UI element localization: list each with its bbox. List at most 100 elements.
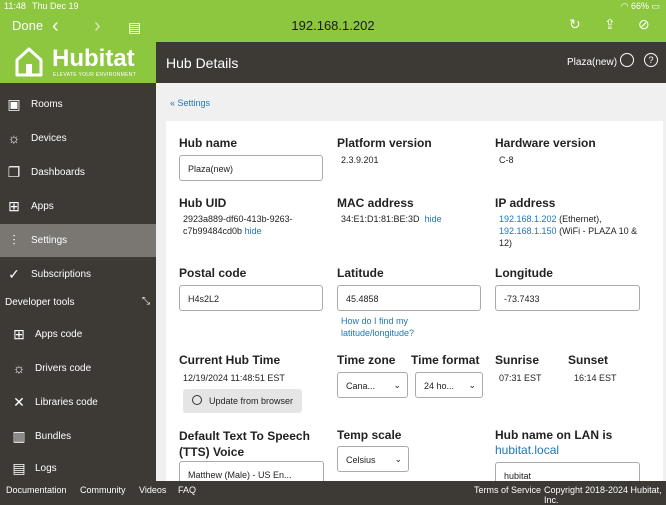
sidebar-item-label: Libraries code bbox=[35, 397, 98, 408]
hubitat-logo[interactable]: Hubitat ELEVATE YOUR ENVIRONMENT bbox=[0, 42, 156, 83]
rooms-icon: ▣ bbox=[7, 96, 21, 112]
sidebar: Hubitat ELEVATE YOUR ENVIRONMENT ▣ Rooms… bbox=[0, 42, 156, 481]
tts-voice-select[interactable]: Matthew (Male) - US En... bbox=[179, 461, 324, 481]
sunset-value: 16:14 EST bbox=[574, 373, 617, 383]
sidebar-item-apps-code[interactable]: ⊞ Apps code bbox=[0, 318, 156, 351]
current-hub-time-label: Current Hub Time bbox=[179, 353, 281, 367]
sunset-label: Sunset bbox=[568, 353, 609, 367]
libraries-code-icon: ✕ bbox=[13, 394, 25, 410]
postal-code-input[interactable]: H4s2L2 bbox=[179, 285, 323, 311]
chevron-down-icon: ⌄ bbox=[393, 380, 401, 390]
sidebar-item-devices[interactable]: ☼ Devices bbox=[0, 122, 156, 155]
latitude-label: Latitude bbox=[337, 266, 384, 280]
hub-uid-value-line1: 2923a889-df60-413b-9263- bbox=[183, 214, 293, 224]
footer-copyright: Copyright 2018-2024 Hubitat, Inc. bbox=[544, 485, 662, 505]
sidebar-item-apps[interactable]: ⊞ Apps bbox=[0, 190, 156, 223]
status-date: Thu Dec 19 bbox=[32, 1, 79, 11]
time-zone-select[interactable]: Cana... ⌄ bbox=[337, 372, 408, 398]
status-battery: ◠ 66% ▭ bbox=[620, 1, 660, 11]
mac-address-label: MAC address bbox=[337, 196, 414, 210]
mac-hide-link[interactable]: hide bbox=[425, 214, 442, 224]
compass-icon[interactable]: ⊘ bbox=[638, 16, 650, 33]
footer-link-terms[interactable]: Terms of Service bbox=[474, 485, 541, 495]
sidebar-item-label: Subscriptions bbox=[31, 269, 92, 280]
sidebar-item-drivers-code[interactable]: ☼ Drivers code bbox=[0, 352, 156, 385]
sidebar-item-dashboards[interactable]: ❐ Dashboards bbox=[0, 156, 156, 189]
main-content: « Settings Hub name Plaza(new) Platform … bbox=[156, 83, 666, 481]
sidebar-item-subscriptions[interactable]: ✓ Subscriptions bbox=[0, 258, 156, 291]
sidebar-item-rooms[interactable]: ▣ Rooms bbox=[0, 88, 156, 121]
hub-lan-link[interactable]: hubitat.local bbox=[495, 443, 559, 457]
lat-help-link[interactable]: How do I find my latitude/longitude? bbox=[341, 315, 414, 339]
page-header: Hub Details Plaza(new) ? bbox=[156, 42, 666, 83]
hub-lan-name-input[interactable]: hubitat bbox=[495, 462, 640, 481]
dashboards-icon: ❐ bbox=[7, 164, 21, 180]
sidebar-item-label: Apps bbox=[31, 201, 54, 212]
footer-link-videos[interactable]: Videos bbox=[139, 485, 166, 495]
footer-link-documentation[interactable]: Documentation bbox=[6, 485, 67, 495]
tts-voice-label: Default Text To Speech (TTS) Voice bbox=[179, 429, 310, 459]
sidebar-item-libraries-code[interactable]: ✕ Libraries code bbox=[0, 386, 156, 419]
status-bar: 11:48 Thu Dec 19 ◠ 66% ▭ bbox=[0, 0, 666, 14]
temp-scale-label: Temp scale bbox=[337, 428, 402, 442]
subscriptions-icon: ✓ bbox=[8, 266, 20, 282]
hubitat-house-icon bbox=[15, 47, 43, 77]
current-hub-name[interactable]: Plaza(new) bbox=[567, 57, 617, 68]
hub-uid-hide-link[interactable]: hide bbox=[245, 226, 262, 236]
footer-link-community[interactable]: Community bbox=[80, 485, 126, 495]
hub-lan-name-label: Hub name on LAN is bbox=[495, 428, 613, 442]
sidebar-item-settings[interactable]: ⫶ Settings bbox=[0, 224, 156, 257]
sidebar-item-label: Apps code bbox=[35, 329, 83, 340]
hub-details-card: Hub name Plaza(new) Platform version 2.3… bbox=[166, 121, 663, 481]
brand-name: Hubitat bbox=[52, 45, 135, 72]
url-bar[interactable]: 192.168.1.202 bbox=[0, 18, 666, 33]
breadcrumb-settings[interactable]: « Settings bbox=[170, 98, 210, 108]
chat-icon[interactable] bbox=[620, 53, 634, 67]
settings-icon: ⫶ bbox=[12, 232, 16, 248]
wifi-icon: ◠ bbox=[620, 1, 631, 11]
sidebar-item-label: Settings bbox=[31, 235, 68, 246]
update-from-browser-button[interactable]: Update from browser bbox=[183, 389, 302, 413]
longitude-label: Longitude bbox=[495, 266, 553, 280]
sidebar-item-label: Devices bbox=[31, 133, 67, 144]
time-format-select[interactable]: 24 ho... ⌄ bbox=[415, 372, 483, 398]
mac-address-value: 34:E1:D1:81:BE:3D hide bbox=[341, 214, 442, 224]
longitude-input[interactable]: -73.7433 bbox=[495, 285, 640, 311]
sidebar-item-bundles[interactable]: ▥ Bundles bbox=[0, 420, 156, 453]
share-icon[interactable]: ⇪ bbox=[604, 16, 616, 33]
sidebar-item-label: Drivers code bbox=[35, 363, 92, 374]
hardware-version-label: Hardware version bbox=[495, 136, 596, 150]
sidebar-item-label: Dashboards bbox=[31, 167, 85, 178]
reload-icon[interactable]: ↻ bbox=[569, 16, 581, 33]
apps-icon: ⊞ bbox=[8, 198, 20, 214]
ip-ethernet-link[interactable]: 192.168.1.202 bbox=[499, 214, 557, 224]
apps-code-icon: ⊞ bbox=[13, 326, 25, 342]
latitude-input[interactable]: 45.4858 bbox=[337, 285, 481, 311]
footer: Documentation Community Videos FAQ Terms… bbox=[0, 481, 666, 505]
footer-link-faq[interactable]: FAQ bbox=[178, 485, 196, 495]
sidebar-item-label: Bundles bbox=[35, 431, 72, 442]
hub-uid-value-line2: c7b99484cd0b hide bbox=[183, 226, 262, 236]
platform-version-label: Platform version bbox=[337, 136, 432, 150]
logs-icon: ▤ bbox=[12, 460, 26, 476]
developer-tools-heading: Developer tools bbox=[5, 297, 75, 308]
postal-code-label: Postal code bbox=[179, 266, 247, 280]
current-hub-time-value: 12/19/2024 11:48:51 EST bbox=[183, 373, 285, 383]
ip-wifi-link[interactable]: 192.168.1.150 bbox=[499, 226, 557, 236]
devices-icon: ☼ bbox=[7, 130, 21, 146]
collapse-icon[interactable]: ⤡ bbox=[142, 296, 150, 307]
platform-version-value: 2.3.9.201 bbox=[341, 155, 379, 165]
brand-tagline: ELEVATE YOUR ENVIRONMENT bbox=[53, 72, 137, 78]
temp-scale-select[interactable]: Celsius ⌄ bbox=[337, 446, 409, 472]
help-icon[interactable]: ? bbox=[644, 53, 658, 67]
battery-icon: ▭ bbox=[651, 1, 660, 11]
status-time: 11:48 bbox=[4, 1, 26, 11]
drivers-code-icon: ☼ bbox=[12, 360, 26, 376]
sidebar-item-label: Logs bbox=[35, 463, 57, 474]
ip-address-label: IP address bbox=[495, 196, 556, 210]
sidebar-item-label: Rooms bbox=[31, 99, 63, 110]
browser-toolbar: Done ‹ › ▤ 192.168.1.202 ↻ ⇪ ⊘ bbox=[0, 14, 666, 42]
hub-uid-label: Hub UID bbox=[179, 196, 227, 210]
bundles-icon: ▥ bbox=[12, 428, 26, 444]
hub-name-input[interactable]: Plaza(new) bbox=[179, 155, 323, 181]
